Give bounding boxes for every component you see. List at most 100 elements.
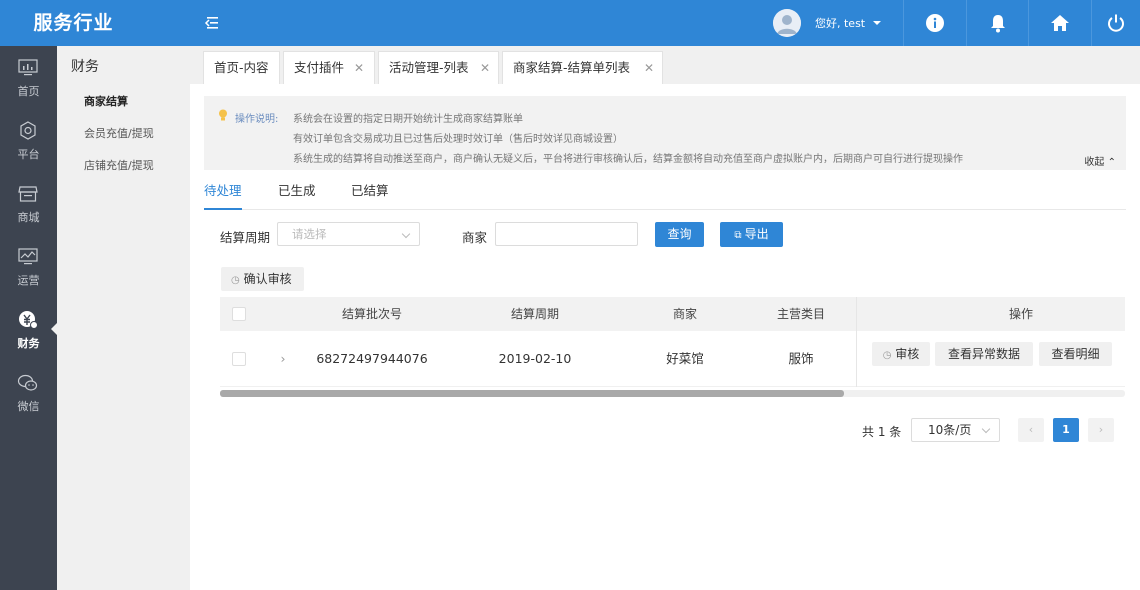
total-count: 共 1 条 (862, 425, 902, 439)
submenu-title: 财务 (71, 59, 99, 75)
power-icon (1108, 14, 1124, 32)
page-size-select[interactable]: 10条/页 (911, 418, 1000, 442)
nav-label: 财务 (17, 337, 40, 350)
cell-period: 2019-02-10 (498, 351, 572, 366)
col-category: 主营类目 (776, 307, 825, 321)
clock-icon: ◷ (882, 350, 892, 361)
tab-settlement-list[interactable]: 商家结算-结算单列表 ✕ (502, 51, 663, 84)
chevron-down-icon (401, 229, 411, 239)
col-merchant: 商家 (672, 307, 697, 321)
scrollbar-thumb[interactable] (220, 390, 844, 397)
tab-home-content[interactable]: 首页-内容 (203, 51, 280, 84)
view-details-button[interactable]: 查看明细 (1039, 342, 1112, 366)
operation-notice: 操作说明: 系统会在设置的指定日期开始统计生成商家结算账单 有效订单包含交易成功… (204, 96, 1126, 170)
secondary-menu: 财务 商家结算 会员充值/提现 店铺充值/提现 (57, 46, 190, 590)
query-button[interactable]: 查询 (655, 222, 704, 247)
logout-button[interactable] (1091, 0, 1140, 46)
home-icon (1050, 15, 1069, 31)
notice-label: 操作说明: (235, 114, 279, 125)
bell-icon (990, 15, 1005, 33)
nav-item-home[interactable]: 首页 (0, 46, 57, 109)
chevron-up-icon: ⌃ (1107, 157, 1116, 168)
store-icon (18, 186, 38, 202)
nav-label: 微信 (17, 400, 40, 413)
col-batch-no: 结算批次号 (341, 307, 402, 321)
wechat-icon (17, 374, 38, 391)
table-header: 结算批次号 结算周期 商家 主营类目 操作 (220, 297, 1125, 331)
period-placeholder: 请选择 (292, 227, 327, 241)
info-button[interactable] (903, 0, 965, 46)
table-row: › 68272497944076 2019-02-10 好菜馆 服饰 ◷ 审核 … (220, 331, 1125, 387)
tab-label: 首页-内容 (214, 60, 269, 75)
page-size-value: 10条/页 (928, 423, 972, 437)
status-tabs: 待处理 已生成 已结算 (204, 180, 1126, 210)
export-label: 导出 (744, 227, 769, 241)
notification-button[interactable] (966, 0, 1028, 46)
row-checkbox[interactable] (232, 352, 246, 366)
nav-label: 商城 (17, 211, 40, 224)
submenu-item-merchant-settlement[interactable]: 商家结算 (84, 93, 128, 109)
nav-item-finance[interactable]: 财务 (0, 298, 57, 361)
period-select[interactable]: 请选择 (277, 222, 420, 246)
cell-category: 服饰 (788, 351, 814, 366)
chart-icon (18, 248, 38, 265)
cell-merchant: 好菜馆 (666, 351, 704, 366)
top-bar: 服务行业 您好, test (0, 0, 1140, 46)
nav-item-operations[interactable]: 运营 (0, 235, 57, 298)
select-all-checkbox[interactable] (232, 307, 246, 321)
clock-icon: ◷ (231, 275, 240, 286)
main-content: 操作说明: 系统会在设置的指定日期开始统计生成商家结算账单 有效订单包含交易成功… (190, 84, 1140, 590)
gear-icon (20, 121, 36, 140)
cell-batch-no: 68272497944076 (316, 351, 428, 366)
merchant-input[interactable] (495, 222, 638, 246)
prev-page-button[interactable]: ‹ (1018, 418, 1044, 442)
notice-line: 系统会在设置的指定日期开始统计生成商家结算账单 (293, 114, 523, 125)
nav-item-platform[interactable]: 平台 (0, 109, 57, 172)
collapse-toggle[interactable]: 收起 ⌃ (1084, 153, 1116, 168)
period-filter-label: 结算周期 (220, 230, 271, 245)
close-icon[interactable]: ✕ (480, 52, 490, 84)
chevron-down-icon (873, 21, 882, 25)
close-icon[interactable]: ✕ (354, 52, 364, 84)
export-button[interactable]: ⧉ 导出 (720, 222, 783, 247)
col-actions: 操作 (1008, 307, 1033, 321)
tab-label: 商家结算-结算单列表 (513, 60, 631, 75)
audit-label: 审核 (895, 347, 920, 361)
submenu-item-member-recharge[interactable]: 会员充值/提现 (84, 125, 154, 141)
tab-strip: 首页-内容 支付插件 ✕ 活动管理-列表 ✕ 商家结算-结算单列表 ✕ (190, 46, 1140, 84)
brand-logo[interactable]: 服务行业 (0, 0, 147, 46)
notice-line: 有效订单包含交易成功且已过售后处理时效订单（售后时效详见商城设置） (293, 134, 623, 145)
tab-label: 活动管理-列表 (389, 60, 469, 75)
user-menu[interactable]: 您好, test (773, 8, 882, 38)
tab-generated[interactable]: 已生成 (278, 180, 316, 210)
tab-settled[interactable]: 已结算 (351, 180, 389, 210)
tab-activity-list[interactable]: 活动管理-列表 ✕ (378, 51, 499, 84)
audit-button[interactable]: ◷ 审核 (872, 342, 930, 366)
tab-payment-plugin[interactable]: 支付插件 ✕ (283, 51, 375, 84)
export-icon: ⧉ (734, 230, 742, 241)
tab-label: 支付插件 (294, 60, 345, 75)
tab-pending[interactable]: 待处理 (204, 180, 242, 210)
merchant-filter-label: 商家 (462, 230, 488, 245)
user-greeting: 您好, test (815, 17, 866, 30)
next-page-button[interactable]: › (1088, 418, 1114, 442)
nav-item-mall[interactable]: 商城 (0, 172, 57, 235)
view-exceptions-button[interactable]: 查看异常数据 (935, 342, 1033, 366)
horizontal-scrollbar[interactable] (220, 390, 1125, 397)
home-button[interactable] (1028, 0, 1090, 46)
submenu-item-store-recharge[interactable]: 店铺充值/提现 (84, 157, 154, 173)
close-icon[interactable]: ✕ (644, 52, 654, 84)
col-period: 结算周期 (510, 307, 559, 321)
page-1-button[interactable]: 1 (1053, 418, 1079, 442)
info-icon (925, 14, 944, 32)
nav-item-wechat[interactable]: 微信 (0, 361, 57, 424)
confirm-audit-button[interactable]: ◷ 确认审核 (221, 267, 304, 291)
nav-label: 首页 (17, 85, 40, 98)
monitor-icon (18, 59, 38, 76)
confirm-audit-label: 确认审核 (243, 272, 292, 286)
collapse-label: 收起 (1084, 157, 1105, 168)
chevron-down-icon (981, 424, 991, 434)
lightbulb-icon (219, 109, 227, 121)
menu-toggle-icon[interactable] (200, 12, 224, 34)
nav-label: 运营 (17, 274, 40, 287)
